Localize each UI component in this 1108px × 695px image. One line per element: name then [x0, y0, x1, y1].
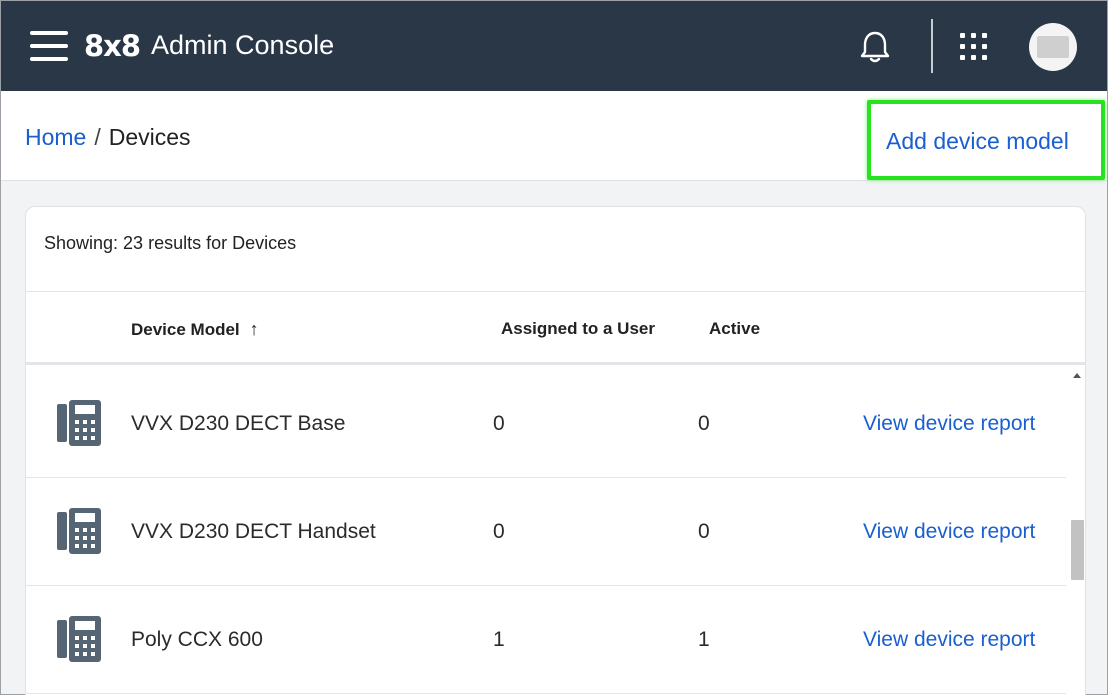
apps-grid-icon[interactable]: [960, 33, 990, 63]
brand-logo: 8x8: [84, 29, 141, 63]
device-model-name: VVX D230 DECT Base: [131, 412, 346, 435]
add-device-model-highlight: Add device model: [867, 100, 1105, 180]
table-body: VVX D230 DECT Base 0 0 View device repor…: [26, 370, 1085, 695]
table-row: VVX D230 DECT Handset 0 0 View device re…: [26, 478, 1066, 586]
table-row: Poly CCX 600 1 1 View device report: [26, 586, 1066, 694]
sort-ascending-icon[interactable]: ↑: [250, 319, 259, 340]
scroll-up-arrow-icon[interactable]: [1073, 373, 1081, 378]
active-count: 1: [698, 628, 710, 651]
avatar-image: [1037, 36, 1069, 58]
assigned-count: 1: [493, 628, 505, 651]
results-count: Showing: 23 results for Devices: [44, 233, 297, 253]
app-title: Admin Console: [151, 30, 335, 60]
devices-card: Showing: 23 results for Devices Device M…: [25, 206, 1086, 695]
view-device-report-link[interactable]: View device report: [863, 628, 1035, 652]
device-model-name: Poly CCX 600: [131, 628, 263, 651]
assigned-count: 0: [493, 520, 505, 543]
desk-phone-icon: [57, 616, 101, 662]
avatar[interactable]: [1029, 23, 1077, 71]
table-scrollbar[interactable]: [1068, 370, 1085, 695]
top-bar: 8x8 Admin Console: [1, 1, 1107, 91]
table-row: VVX D230 DECT Base 0 0 View device repor…: [26, 370, 1066, 478]
device-model-name: VVX D230 DECT Handset: [131, 520, 376, 543]
header-divider: [931, 19, 933, 73]
breadcrumb-home-link[interactable]: Home: [25, 124, 86, 150]
add-device-model-link[interactable]: Add device model: [886, 128, 1069, 155]
view-device-report-link[interactable]: View device report: [863, 412, 1035, 436]
assigned-count: 0: [493, 412, 505, 435]
active-count: 0: [698, 520, 710, 543]
column-device-model-label: Device Model: [131, 320, 240, 339]
breadcrumb-current: Devices: [108, 124, 191, 150]
breadcrumb-separator: /: [94, 124, 101, 150]
column-active[interactable]: Active: [709, 319, 760, 339]
scrollbar-thumb[interactable]: [1071, 520, 1084, 580]
column-device-model[interactable]: Device Model ↑: [131, 319, 259, 340]
column-assigned[interactable]: Assigned to a User: [501, 319, 655, 339]
desk-phone-icon: [57, 400, 101, 446]
desk-phone-icon: [57, 508, 101, 554]
bell-icon[interactable]: [857, 29, 893, 65]
active-count: 0: [698, 412, 710, 435]
table-header: Device Model ↑ Assigned to a User Active: [26, 291, 1085, 365]
page-header: Home / Devices Add device model: [1, 91, 1107, 181]
breadcrumb: Home / Devices: [25, 124, 191, 151]
view-device-report-link[interactable]: View device report: [863, 520, 1035, 544]
menu-icon[interactable]: [30, 31, 68, 61]
